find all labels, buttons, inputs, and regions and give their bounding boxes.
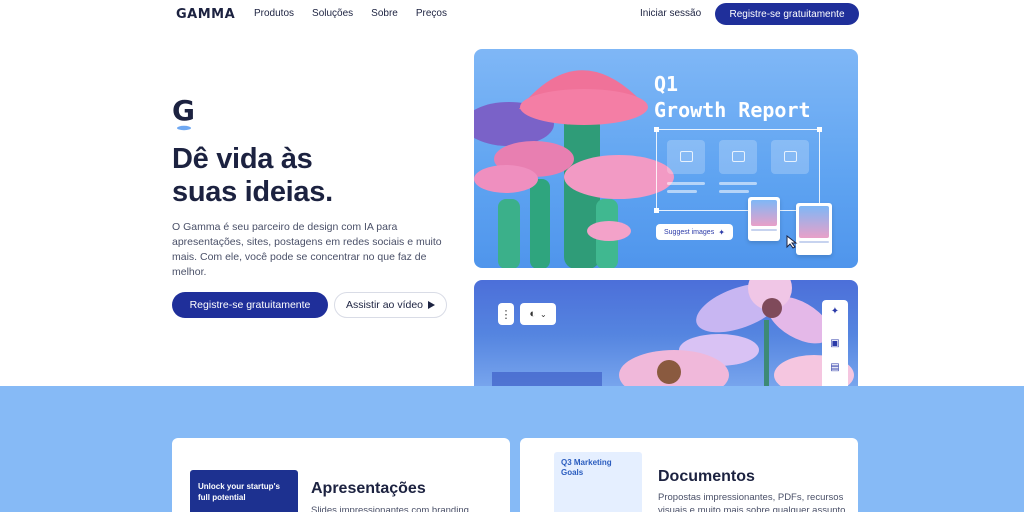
text-line (719, 182, 757, 185)
signup-button-hero[interactable]: Registre-se gratuitamente (172, 292, 328, 318)
features-section (0, 386, 1024, 512)
hero-description: O Gamma é seu parceiro de design com IA … (172, 221, 442, 278)
editor-preview-card: ⋮ ◐ ⌄ ✦ ▣ ▤ (474, 280, 858, 390)
feature-card-documents[interactable]: Q3 Marketing Goals Documentos Propostas … (520, 438, 858, 512)
image-placeholder-icon (719, 140, 757, 174)
feature-title: Documentos (658, 468, 755, 485)
hero-headline: Dê vida às suas ideias. (172, 143, 333, 208)
watch-video-button[interactable]: Assistir ao vídeo (334, 292, 447, 318)
login-link[interactable]: Iniciar sessão (640, 8, 701, 19)
theme-dropdown[interactable]: ◐ ⌄ (520, 303, 556, 325)
menu-item-solucoes[interactable]: Soluções (312, 8, 353, 19)
signup-button-nav[interactable]: Registre-se gratuitamente (715, 3, 859, 25)
flower-illustration (492, 280, 854, 390)
main-menu: Produtos Soluções Sobre Preços (254, 8, 447, 19)
feature-description: Propostas impressionantes, PDFs, recurso… (658, 492, 846, 512)
image-placeholder-icon (667, 140, 705, 174)
document-thumbnail-title: Q3 Marketing Goals (561, 458, 612, 477)
feature-description: Slides impressionantes com branding (311, 505, 469, 512)
slide-title: Q1 Growth Report (654, 72, 811, 122)
text-line (667, 182, 705, 185)
selection-handle[interactable] (817, 127, 822, 132)
gamma-g-icon: G (172, 96, 195, 131)
chevron-down-icon: ⌄ (539, 309, 547, 319)
layers-icon[interactable]: ▣ (822, 338, 848, 349)
gamma-logo[interactable]: GAMMA (176, 7, 235, 22)
ai-sparkle-icon[interactable]: ✦ (822, 306, 848, 317)
feature-card-presentations[interactable]: Unlock your startup's full potential Apr… (172, 438, 510, 512)
suggest-images-label: Suggest images (664, 228, 715, 236)
menu-item-produtos[interactable]: Produtos (254, 8, 294, 19)
layout-icon[interactable]: ▤ (822, 362, 848, 373)
selection-frame (654, 127, 822, 213)
svg-text:G: G (172, 96, 195, 127)
more-options-button[interactable]: ⋮ (498, 303, 514, 325)
play-icon (428, 301, 436, 309)
side-toolbar: ✦ ▣ ▤ (822, 300, 848, 390)
selection-handle[interactable] (654, 127, 659, 132)
text-line (667, 190, 697, 193)
feature-title: Apresentações (311, 480, 426, 497)
menu-item-precos[interactable]: Preços (416, 8, 447, 19)
image-suggestion-thumb[interactable] (748, 197, 780, 241)
top-navigation: GAMMA Produtos Soluções Sobre Preços Ini… (0, 0, 1024, 28)
image-suggestion-thumb[interactable] (796, 203, 832, 255)
menu-item-sobre[interactable]: Sobre (371, 8, 398, 19)
selection-handle[interactable] (654, 208, 659, 213)
showcase-slide-card: Q1 Growth Report Suggest images ✦ (474, 49, 858, 268)
palette-icon: ◐ (529, 308, 536, 320)
sparkle-icon: ✦ (718, 227, 725, 237)
presentation-thumbnail: Unlock your startup's full potential (190, 470, 298, 512)
image-placeholder-icon (771, 140, 809, 174)
text-line (719, 190, 749, 193)
cursor-icon (786, 235, 798, 249)
document-thumbnail: Q3 Marketing Goals (554, 452, 642, 512)
suggest-images-button[interactable]: Suggest images ✦ (656, 224, 733, 240)
watch-video-label: Assistir ao vídeo (345, 299, 424, 311)
